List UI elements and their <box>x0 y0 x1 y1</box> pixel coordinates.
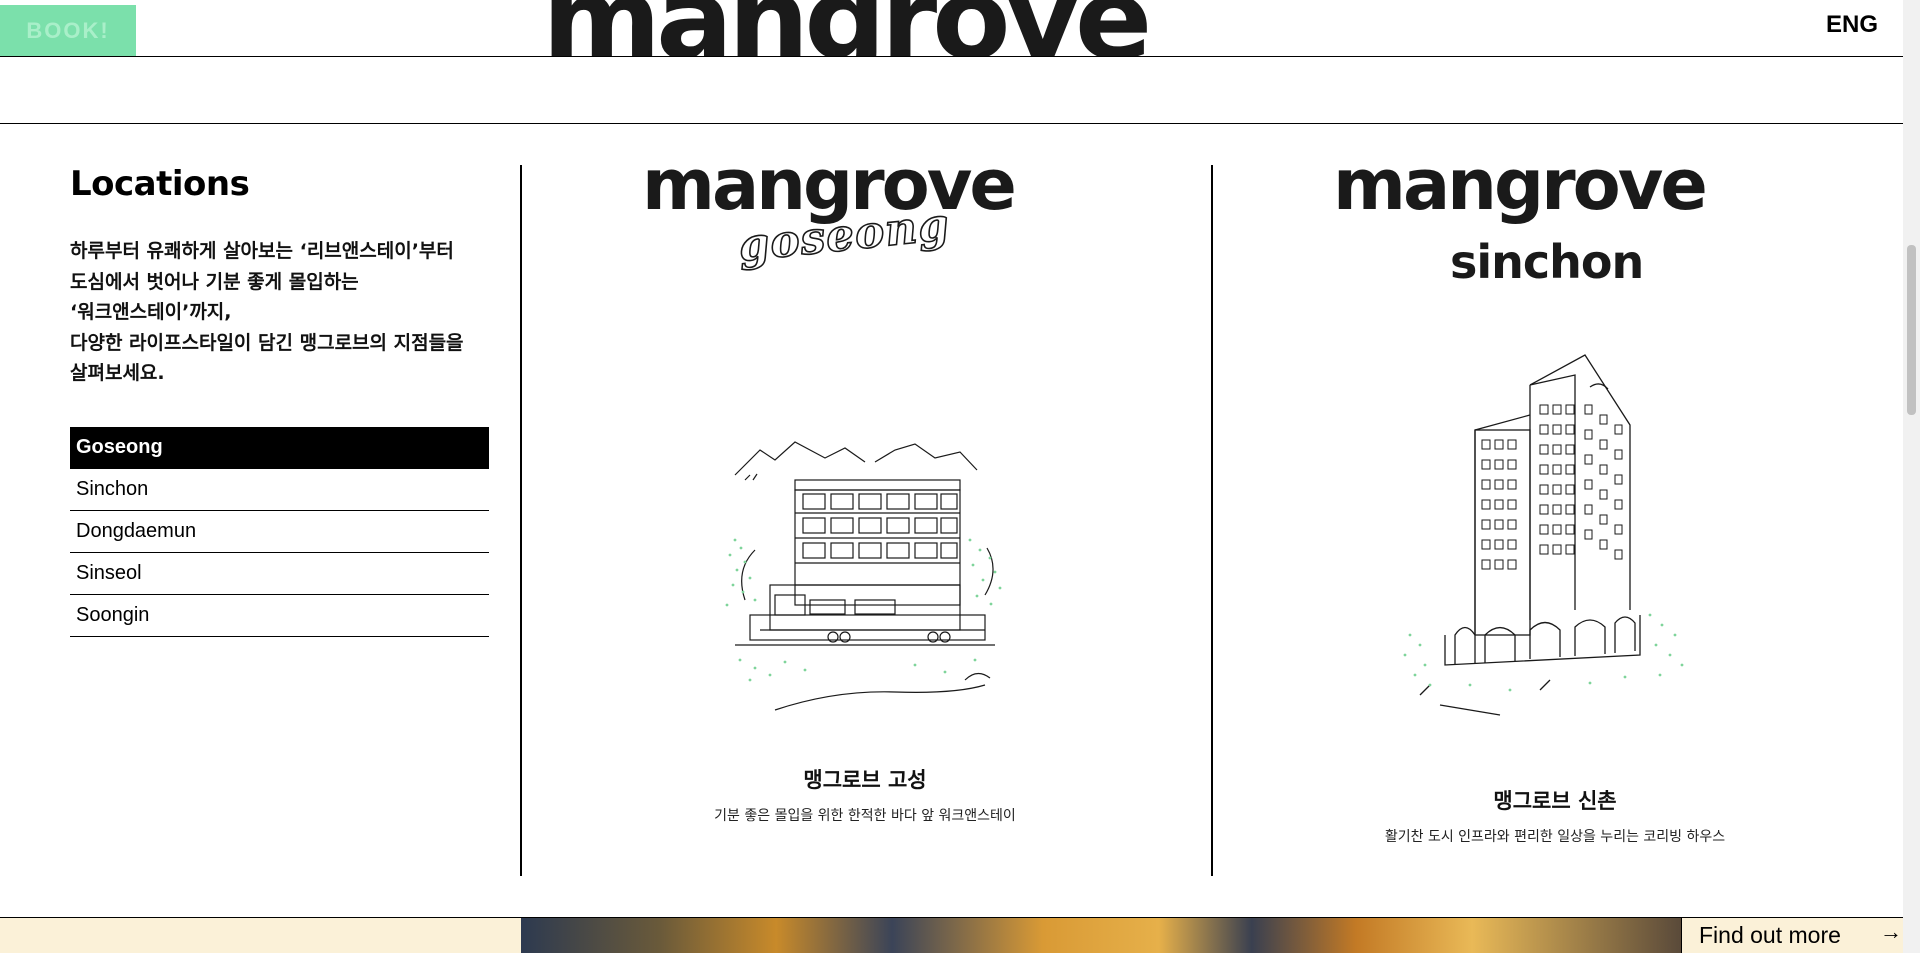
card-description: 기분 좋은 몰입을 위한 한적한 바다 앞 워크앤스테이 <box>714 808 1016 824</box>
arrow-right-icon: → <box>1880 919 1902 944</box>
description-line: 다양한 라이프스타일이 담긴 맹그로브의 지점들을 <box>70 331 464 354</box>
locations-list: Goseong Sinchon Dongdaemun Sinseol Soong… <box>70 427 489 637</box>
sinchon-tower-illustration <box>1403 354 1684 716</box>
scrollbar-track[interactable] <box>1903 0 1920 953</box>
site-header: BOOK! mangrove ENG <box>0 0 1903 57</box>
description-line: 하루부터 유쾌하게 살아보는 ‘리브앤스테이’부터 <box>70 240 454 262</box>
page: BOOK! mangrove ENG Locations 하루부터 유쾌하게 살… <box>0 0 1920 953</box>
section-divider <box>0 123 1903 124</box>
find-out-more-label: Find out more <box>1699 922 1841 948</box>
description-line: 도심에서 벗어나 기분 좋게 몰입하는 <box>70 270 359 293</box>
location-item-sinchon[interactable]: Sinchon <box>70 469 489 511</box>
card-title: 맹그로브 신촌 <box>1493 789 1617 813</box>
site-logo[interactable]: mangrove <box>542 0 1152 56</box>
location-item-dongdaemun[interactable]: Dongdaemun <box>70 511 489 553</box>
card-title: 맹그로브 고성 <box>803 768 927 792</box>
goseong-building-illustration <box>725 441 1002 711</box>
card-sub-logo: sinchon <box>1450 235 1644 289</box>
card-description: 활기찬 도시 인프라와 편리한 일상을 누리는 코리빙 하우스 <box>1384 829 1726 845</box>
book-button[interactable]: BOOK! <box>0 5 136 56</box>
column-divider <box>520 165 522 876</box>
locations-description: 하루부터 유쾌하게 살아보는 ‘리브앤스테이’부터 도심에서 벗어나 기분 좋게… <box>70 236 500 389</box>
description-line: ‘워크앤스테이’까지, <box>70 301 232 323</box>
location-item-goseong[interactable]: Goseong <box>70 427 489 469</box>
location-item-sinseol[interactable]: Sinseol <box>70 553 489 595</box>
language-toggle[interactable]: ENG <box>1826 11 1878 39</box>
locations-title: Locations <box>70 164 250 204</box>
scrollbar-thumb[interactable] <box>1907 245 1916 415</box>
find-out-more-button[interactable]: Find out more → <box>1681 918 1903 953</box>
description-line: 살펴보세요. <box>70 362 165 384</box>
card-logo: mangrove <box>1333 144 1708 226</box>
food-photo <box>521 918 1681 953</box>
card-logo: mangrove <box>642 144 1017 226</box>
column-divider <box>1211 165 1213 876</box>
location-item-soongin[interactable]: Soongin <box>70 595 489 637</box>
